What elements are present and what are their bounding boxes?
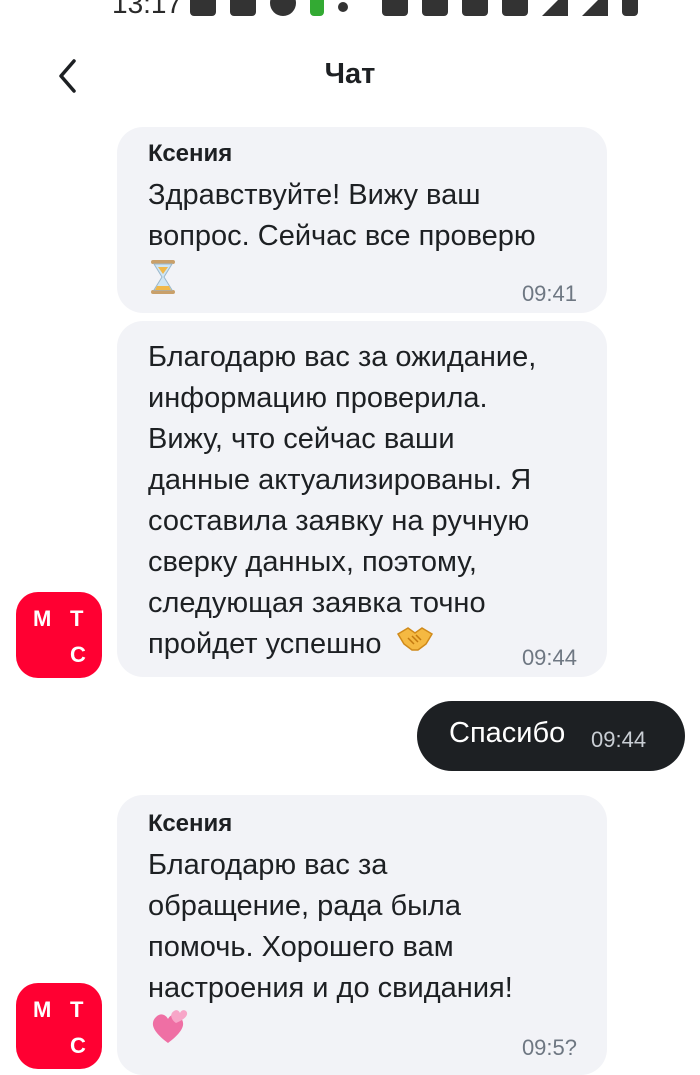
avatar-letter: М (33, 606, 52, 631)
avatar: М Т С (16, 983, 102, 1069)
nfc-icon (382, 0, 408, 16)
avatar-letter: Т (70, 997, 84, 1022)
status-bar: 13:17 (0, 0, 700, 20)
avatar: М Т С (16, 592, 102, 678)
data-speed-icon (462, 0, 488, 16)
avatar-letter: Т (70, 606, 84, 631)
status-time: 13:17 (112, 0, 183, 19)
message-time: 09:44 (591, 727, 647, 752)
incoming-message[interactable]: Ксения Благодарю вас за обращение, рада … (117, 795, 607, 1075)
handshake-icon (396, 624, 434, 666)
hourglass-icon (148, 259, 178, 307)
lte-icon (502, 0, 528, 16)
battery-saver-icon (310, 0, 324, 16)
message-text: Благодарю вас за обращение, рада была по… (148, 849, 513, 1004)
battery-icon (622, 0, 638, 16)
chat-header: Чат (0, 40, 700, 110)
avatar-letter: С (70, 642, 86, 667)
bluetooth-icon (422, 0, 448, 16)
message-text: Благодарю вас за ожидание, информацию пр… (148, 341, 537, 660)
avatar-letter: С (70, 1033, 86, 1058)
page-title: Чат (324, 58, 376, 90)
status-icons (190, 0, 638, 16)
message-time: 09:44 (521, 645, 577, 670)
app-notification-icon (270, 0, 296, 16)
dot-icon (338, 2, 348, 12)
message-text: Здравствуйте! Вижу ваш вопрос. Сейчас вс… (148, 179, 536, 252)
message-time: 09:41 (521, 281, 577, 306)
incoming-message[interactable]: Ксения Здравствуйте! Вижу ваш вопрос. Се… (117, 127, 607, 313)
message-author: Ксения (148, 140, 233, 167)
youtube-icon (230, 0, 256, 16)
message-author: Ксения (148, 810, 233, 837)
signal-icon (542, 0, 568, 16)
hearts-icon (148, 1009, 188, 1057)
app-notification-icon (190, 0, 216, 16)
avatar-letter: М (33, 997, 52, 1022)
signal-icon (582, 0, 608, 16)
outgoing-message[interactable]: Спасибо 09:44 (417, 701, 685, 771)
incoming-message[interactable]: Благодарю вас за ожидание, информацию пр… (117, 321, 607, 677)
message-time: 09:5? (521, 1035, 577, 1060)
message-text: Спасибо (449, 717, 566, 749)
